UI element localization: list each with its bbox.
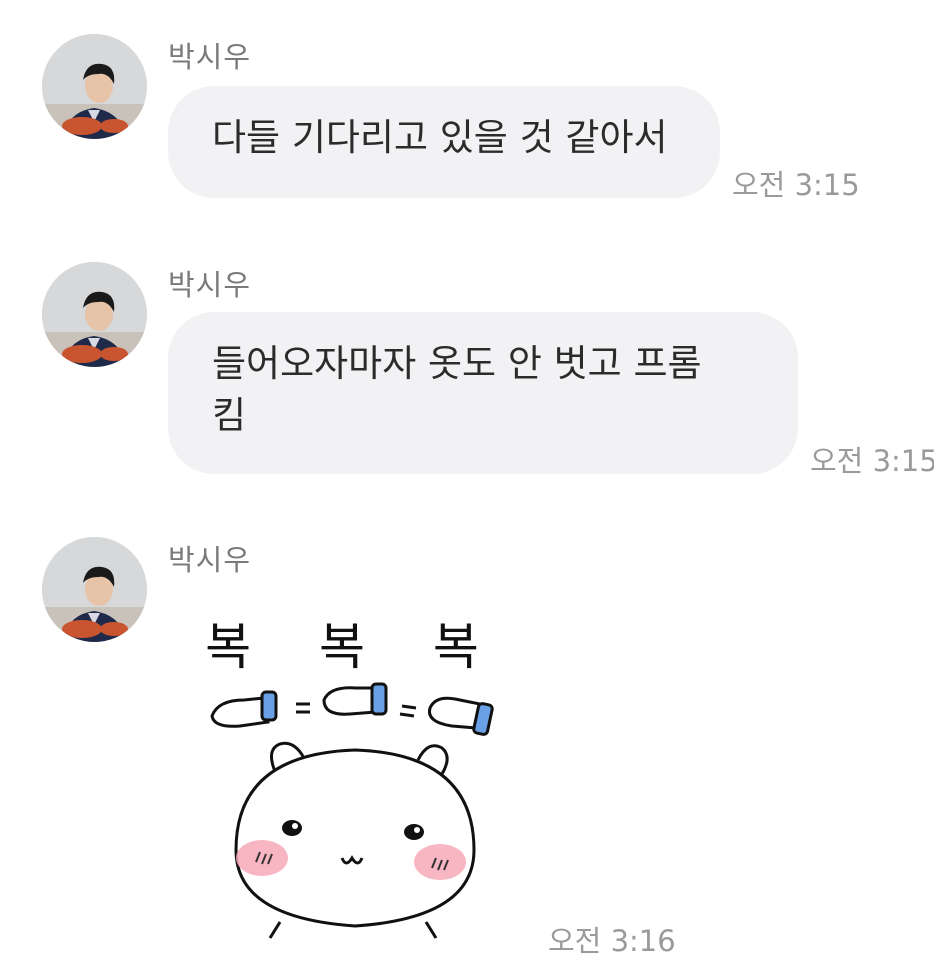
sticker[interactable]: 복 복 복 <box>200 600 510 940</box>
sender-name: 박시우 <box>168 543 252 577</box>
message-group-3: 박시우 복 복 복 오전 3:16 <box>0 0 934 960</box>
bear-sticker-icon: 복 복 복 <box>205 618 505 939</box>
glove-icon <box>322 682 388 716</box>
sticker-text: 복 복 복 <box>205 618 505 676</box>
glove-icon <box>210 690 278 728</box>
message-time: 오전 3:16 <box>548 924 676 958</box>
avatar[interactable] <box>42 537 147 642</box>
avatar-image <box>42 537 147 642</box>
chat-message-list: 박시우 다들 기다리고 있을 것 같아서 오전 3:15 박시우 들어오자마자 … <box>0 0 934 960</box>
glove-icon <box>427 696 494 736</box>
bear-icon <box>234 741 476 939</box>
